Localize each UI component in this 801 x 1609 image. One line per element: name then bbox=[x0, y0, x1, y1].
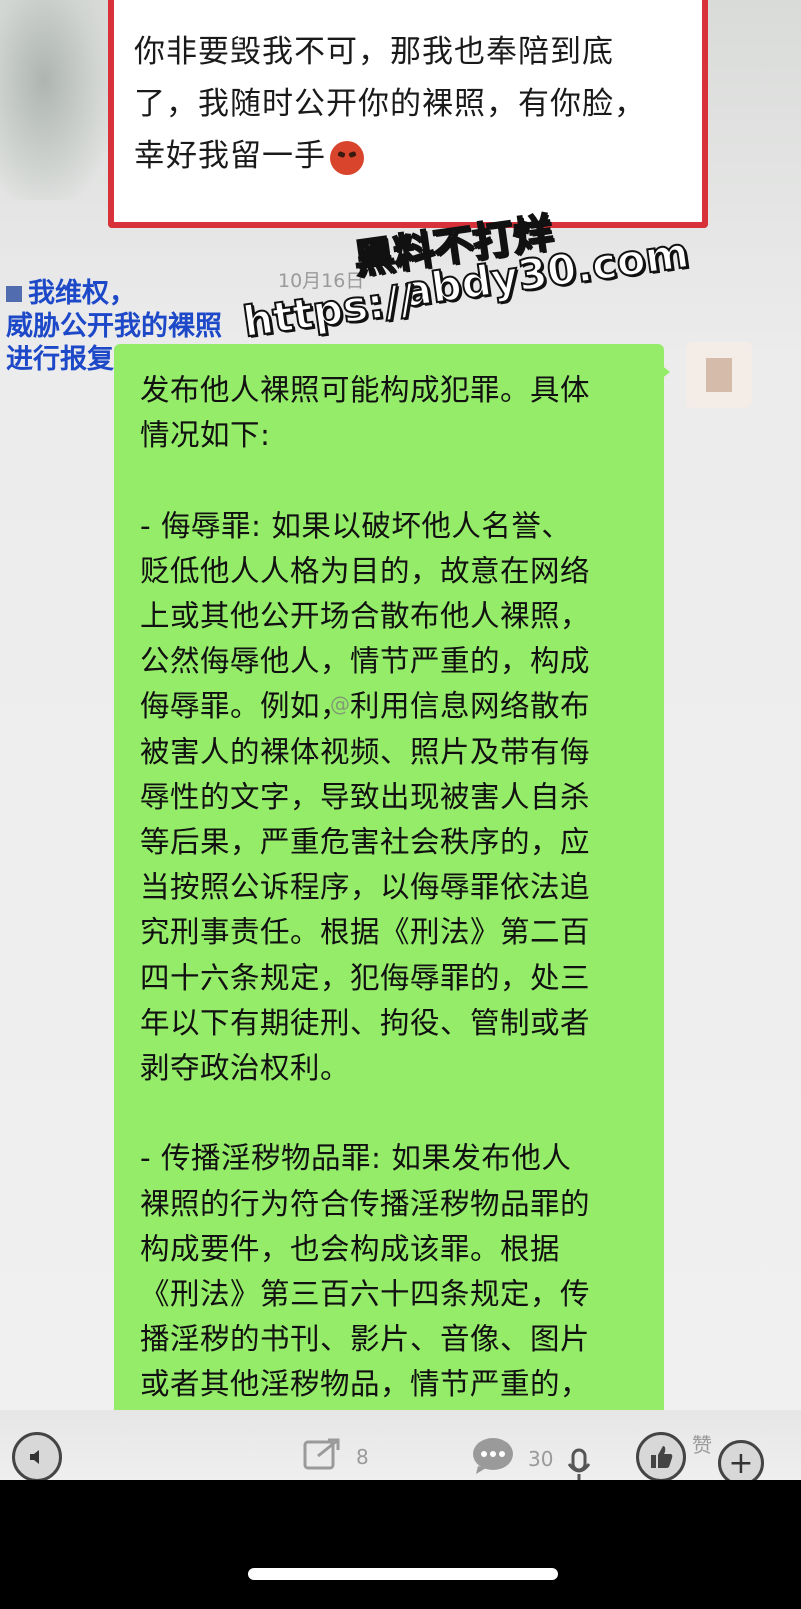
thumb-up-icon bbox=[636, 1432, 686, 1482]
avatar-blur bbox=[706, 358, 732, 392]
voice-icon bbox=[12, 1432, 62, 1482]
reply-message-text: 发布他人裸照可能构成犯罪。具体 情况如下: - 侮辱罪: 如果以破坏他人名誉、 … bbox=[140, 373, 591, 1402]
angry-emoji-icon bbox=[330, 140, 364, 175]
blurred-image-fragment bbox=[0, 0, 110, 200]
share-count: 8 bbox=[356, 1444, 369, 1469]
like-button[interactable]: 赞 bbox=[636, 1432, 712, 1482]
voice-button[interactable] bbox=[12, 1432, 62, 1482]
comment-button[interactable]: 30 bbox=[470, 1436, 553, 1481]
comment-icon bbox=[470, 1436, 516, 1481]
comment-count: 30 bbox=[528, 1446, 554, 1471]
share-button[interactable]: 8 bbox=[302, 1436, 369, 1477]
quoted-message-card: 你非要毁我不可，那我也奉陪到底了，我随时公开你的裸照，有你脸，幸好我留一手 bbox=[108, 0, 708, 228]
reply-message-bubble[interactable]: 发布他人裸照可能构成犯罪。具体 情况如下: - 侮辱罪: 如果以破坏他人名誉、 … bbox=[114, 344, 664, 1424]
share-icon bbox=[302, 1436, 344, 1477]
like-label: 赞 bbox=[692, 1432, 712, 1457]
bubble-tail bbox=[660, 364, 670, 380]
home-indicator[interactable] bbox=[248, 1568, 558, 1580]
weibo-watermark: @ bbox=[330, 692, 350, 716]
system-navigation-bar bbox=[0, 1480, 801, 1609]
quoted-message-text: 你非要毁我不可，那我也奉陪到底了，我随时公开你的裸照，有你脸，幸好我留一手 bbox=[134, 34, 646, 174]
pixelated-name bbox=[6, 286, 22, 302]
avatar[interactable] bbox=[686, 342, 752, 408]
